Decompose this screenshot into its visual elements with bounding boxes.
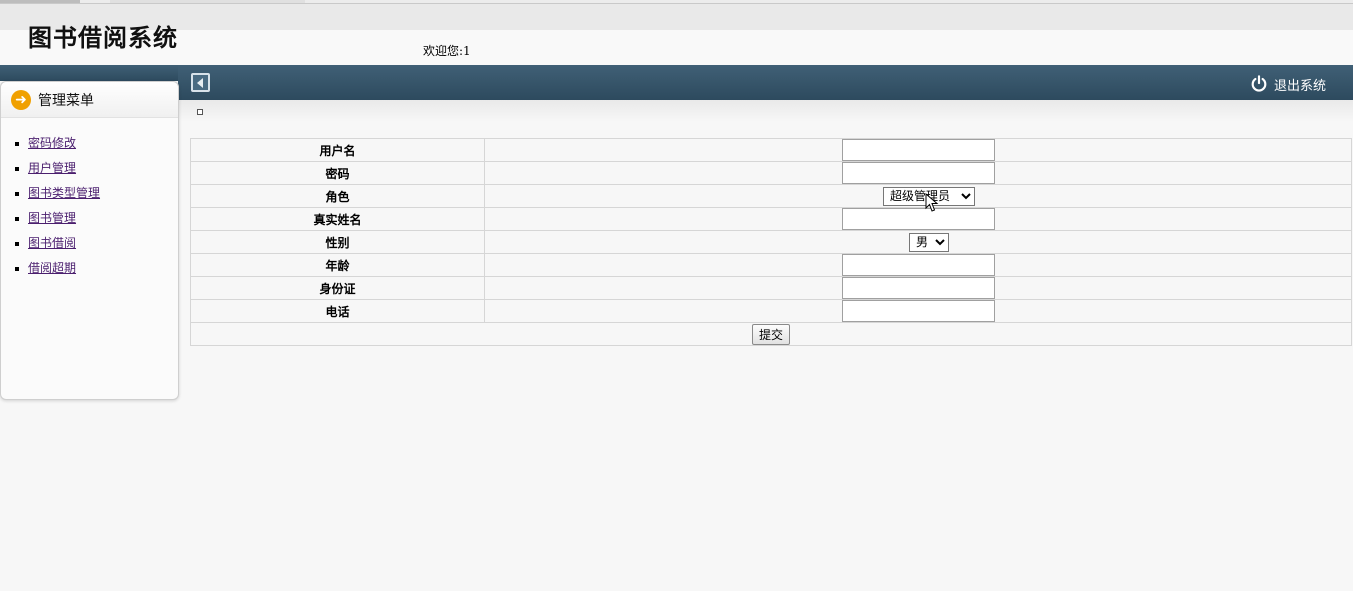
phone-input[interactable]	[842, 300, 995, 322]
bullet-icon	[15, 191, 19, 196]
sidebar-link-overdue[interactable]: 借阅超期	[28, 259, 76, 276]
app-title: 图书借阅系统	[28, 23, 178, 52]
collapse-sidebar-icon[interactable]	[191, 73, 210, 92]
form-row-gender: 性别 男	[190, 230, 1352, 254]
bullet-icon	[15, 216, 19, 221]
password-input[interactable]	[842, 162, 995, 184]
form-row-password: 密码	[190, 161, 1352, 185]
gender-label: 性别	[190, 230, 485, 254]
browser-tab[interactable]	[0, 0, 80, 3]
breadcrumb-marker-icon	[197, 109, 203, 115]
form-row-role: 角色 超级管理员	[190, 184, 1352, 208]
content-subbar	[178, 100, 1353, 122]
page-header: 图书借阅系统 欢迎您:1	[0, 4, 1353, 65]
user-form: 用户名 密码 角色 超级管理员 真实姓名 性别 男 年龄 身份证 电话 提交	[190, 138, 1352, 346]
phone-label: 电话	[190, 299, 485, 323]
sidebar-item-overdue: 借阅超期	[15, 255, 100, 280]
logout-button[interactable]: 退出系统	[1250, 73, 1326, 95]
password-label: 密码	[190, 161, 485, 185]
sidebar-heading: 管理菜单	[38, 92, 94, 109]
age-label: 年龄	[190, 253, 485, 277]
form-row-realname: 真实姓名	[190, 207, 1352, 231]
sidebar-menu: 密码修改 用户管理 图书类型管理 图书管理 图书借阅 借阅超期	[15, 130, 100, 280]
sidebar-item-book-types: 图书类型管理	[15, 180, 100, 205]
realname-input[interactable]	[842, 208, 995, 230]
username-input[interactable]	[842, 139, 995, 161]
form-row-idcard: 身份证	[190, 276, 1352, 300]
username-label: 用户名	[190, 138, 485, 162]
top-navbar	[178, 65, 1353, 100]
welcome-label: 欢迎您:	[423, 44, 464, 58]
welcome-text: 欢迎您:1	[423, 42, 471, 59]
idcard-input[interactable]	[842, 277, 995, 299]
sidebar-item-books: 图书管理	[15, 205, 100, 230]
sidebar-item-password: 密码修改	[15, 130, 100, 155]
power-icon	[1251, 75, 1267, 92]
sidebar-link-book-types[interactable]: 图书类型管理	[28, 184, 100, 201]
logout-label: 退出系统	[1274, 78, 1327, 94]
bullet-icon	[15, 266, 19, 271]
idcard-label: 身份证	[190, 276, 485, 300]
form-row-age: 年龄	[190, 253, 1352, 277]
bullet-icon	[15, 241, 19, 246]
realname-label: 真实姓名	[190, 207, 485, 231]
bullet-icon	[15, 141, 19, 146]
topbar-left-cap	[0, 65, 178, 81]
browser-tab[interactable]	[110, 0, 305, 3]
sidebar-link-borrow[interactable]: 图书借阅	[28, 234, 76, 251]
sidebar-link-users[interactable]: 用户管理	[28, 159, 76, 176]
sidebar-header[interactable]: ➜ 管理菜单	[1, 82, 178, 118]
sidebar-link-books[interactable]: 图书管理	[28, 209, 76, 226]
gender-select[interactable]: 男	[909, 232, 949, 252]
form-row-phone: 电话	[190, 299, 1352, 323]
welcome-username: 1	[463, 44, 471, 58]
form-row-submit: 提交	[190, 322, 1352, 346]
age-input[interactable]	[842, 254, 995, 276]
sidebar: ➜ 管理菜单 密码修改 用户管理 图书类型管理 图书管理 图书借阅 借阅超期	[0, 81, 179, 400]
sidebar-link-password[interactable]: 密码修改	[28, 134, 76, 151]
mouse-cursor-icon	[925, 193, 939, 212]
header-band	[0, 4, 1353, 30]
form-row-username: 用户名	[190, 138, 1352, 162]
arrow-right-icon: ➜	[11, 89, 31, 110]
submit-button[interactable]: 提交	[751, 323, 790, 345]
role-label: 角色	[190, 184, 485, 208]
bullet-icon	[15, 166, 19, 171]
sidebar-item-users: 用户管理	[15, 155, 100, 180]
sidebar-item-borrow: 图书借阅	[15, 230, 100, 255]
